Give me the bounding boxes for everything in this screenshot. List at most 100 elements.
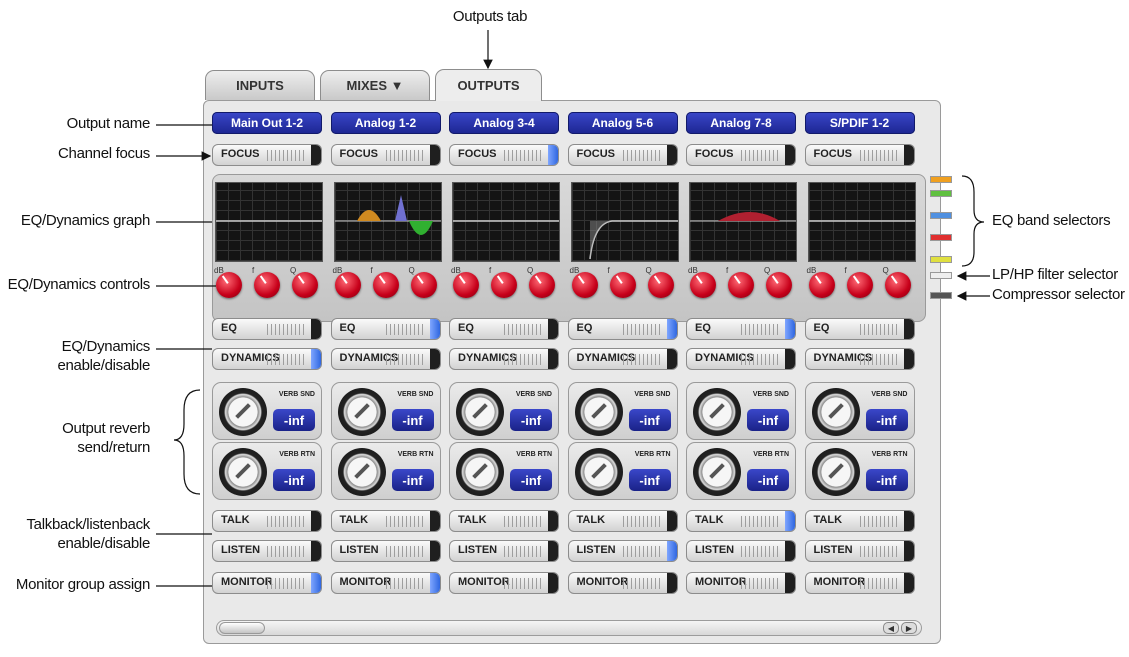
scroll-left-arrow-icon[interactable]: ◀ [883,622,899,634]
focus-button[interactable]: FOCUS [330,144,441,166]
horizontal-scrollbar[interactable]: ◀ ▶ [216,620,922,636]
reverb-rtn-value[interactable]: -inf [273,469,315,491]
eq-dynamics-graph[interactable] [807,182,916,262]
talk-button[interactable]: TALK [804,510,915,532]
eq-q-knob[interactable] [292,272,318,298]
reverb-snd-knob[interactable] [456,388,504,436]
eq-db-knob[interactable] [334,272,361,298]
tab-outputs[interactable]: OUTPUTS [435,69,542,101]
eq-db-knob[interactable] [808,272,835,298]
eq-dynamics-graph[interactable] [333,182,442,262]
talk-button[interactable]: TALK [212,510,322,532]
talk-button[interactable]: TALK [330,510,441,532]
focus-button[interactable]: FOCUS [212,144,322,166]
eq-enable-button[interactable]: EQ [330,318,441,340]
reverb-snd-value[interactable]: -inf [510,409,552,431]
eq-enable-button[interactable]: EQ [449,318,559,340]
eq-q-knob[interactable] [766,272,792,298]
eq-freq-knob[interactable] [846,272,873,298]
talk-button[interactable]: TALK [449,510,559,532]
eq-freq-knob[interactable] [491,272,517,298]
monitor-button[interactable]: MONITOR [449,572,559,594]
tab-inputs[interactable]: INPUTS [205,70,315,100]
scrollbar-thumb[interactable] [219,622,265,634]
eq-q-knob[interactable] [884,272,911,298]
reverb-snd-knob[interactable] [337,388,386,436]
eq-enable-button[interactable]: EQ [804,318,915,340]
dynamics-enable-button[interactable]: DYNAMICS [567,348,678,370]
eq-dynamics-graph[interactable] [452,182,560,262]
eq-db-knob[interactable] [453,272,479,298]
reverb-snd-value[interactable]: -inf [628,409,671,431]
focus-button[interactable]: FOCUS [804,144,915,166]
output-name-label[interactable]: S/PDIF 1-2 [804,112,915,134]
talk-button[interactable]: TALK [567,510,678,532]
dynamics-enable-button[interactable]: DYNAMICS [804,348,915,370]
focus-button[interactable]: FOCUS [686,144,796,166]
reverb-snd-knob[interactable] [811,388,860,436]
monitor-button[interactable]: MONITOR [567,572,678,594]
eq-band-selector-2[interactable] [930,190,952,197]
eq-dynamics-graph[interactable] [689,182,797,262]
monitor-button[interactable]: MONITOR [804,572,915,594]
listen-button[interactable]: LISTEN [449,540,559,562]
listen-button[interactable]: LISTEN [804,540,915,562]
dynamics-enable-button[interactable]: DYNAMICS [330,348,441,370]
scroll-right-arrow-icon[interactable]: ▶ [901,622,917,634]
eq-dynamics-graph[interactable] [215,182,323,262]
eq-band-selector-4[interactable] [930,234,952,241]
output-name-label[interactable]: Analog 5-6 [567,112,678,134]
compressor-selector[interactable] [930,292,952,299]
eq-db-knob[interactable] [216,272,242,298]
eq-band-selector-5[interactable] [930,256,952,263]
eq-dynamics-graph[interactable] [570,182,679,262]
reverb-snd-value[interactable]: -inf [391,409,434,431]
eq-freq-knob[interactable] [728,272,754,298]
talk-button[interactable]: TALK [686,510,796,532]
filter-selector[interactable] [930,272,952,279]
eq-enable-button[interactable]: EQ [686,318,796,340]
eq-enable-button[interactable]: EQ [212,318,322,340]
output-name-label[interactable]: Analog 1-2 [330,112,441,134]
focus-button[interactable]: FOCUS [449,144,559,166]
dynamics-enable-button[interactable]: DYNAMICS [212,348,322,370]
eq-enable-button[interactable]: EQ [567,318,678,340]
reverb-rtn-value[interactable]: -inf [510,469,552,491]
eq-q-knob[interactable] [410,272,437,298]
eq-db-knob[interactable] [690,272,716,298]
monitor-button[interactable]: MONITOR [212,572,322,594]
eq-band-selector-3[interactable] [930,212,952,219]
monitor-button[interactable]: MONITOR [686,572,796,594]
reverb-rtn-knob[interactable] [337,448,386,496]
reverb-rtn-knob[interactable] [693,448,741,496]
reverb-snd-knob[interactable] [574,388,623,436]
listen-button[interactable]: LISTEN [567,540,678,562]
reverb-rtn-value[interactable]: -inf [747,469,789,491]
eq-q-knob[interactable] [529,272,555,298]
dynamics-enable-button[interactable]: DYNAMICS [449,348,559,370]
reverb-snd-value[interactable]: -inf [273,409,315,431]
reverb-rtn-knob[interactable] [456,448,504,496]
reverb-rtn-value[interactable]: -inf [391,469,434,491]
reverb-snd-value[interactable]: -inf [747,409,789,431]
reverb-snd-value[interactable]: -inf [865,409,908,431]
output-name-label[interactable]: Analog 7-8 [686,112,796,134]
reverb-rtn-value[interactable]: -inf [865,469,908,491]
focus-button[interactable]: FOCUS [567,144,678,166]
reverb-rtn-knob[interactable] [574,448,623,496]
dynamics-enable-button[interactable]: DYNAMICS [686,348,796,370]
listen-button[interactable]: LISTEN [212,540,322,562]
eq-freq-knob[interactable] [372,272,399,298]
listen-button[interactable]: LISTEN [330,540,441,562]
eq-db-knob[interactable] [571,272,598,298]
output-name-label[interactable]: Main Out 1-2 [212,112,322,134]
tab-mixes[interactable]: MIXES ▼ [320,70,430,100]
reverb-rtn-knob[interactable] [811,448,860,496]
reverb-rtn-value[interactable]: -inf [628,469,671,491]
eq-band-selector-1[interactable] [930,176,952,183]
reverb-snd-knob[interactable] [693,388,741,436]
listen-button[interactable]: LISTEN [686,540,796,562]
reverb-snd-knob[interactable] [219,388,267,436]
eq-freq-knob[interactable] [254,272,280,298]
eq-q-knob[interactable] [647,272,674,298]
